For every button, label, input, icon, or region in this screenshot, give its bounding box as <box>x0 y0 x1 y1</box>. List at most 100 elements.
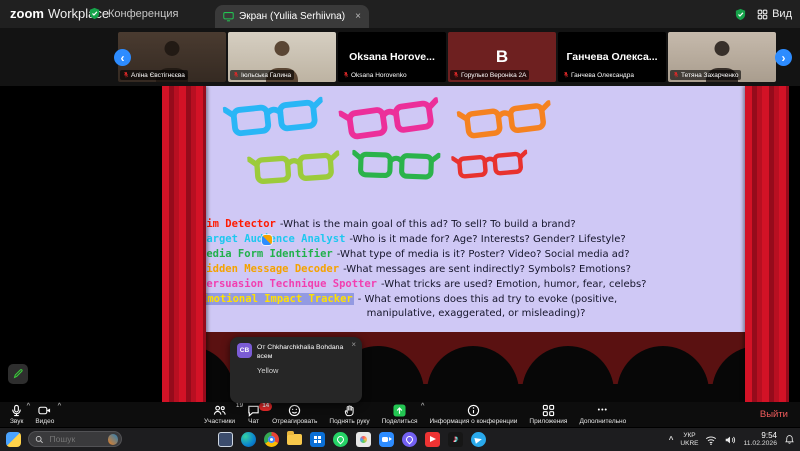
edge-icon[interactable] <box>241 432 256 447</box>
more-label: Дополнительно <box>579 418 626 425</box>
participant-tile[interactable]: Аліна Євстігнєєва <box>118 32 226 82</box>
encryption-shield-icon <box>734 8 747 21</box>
chat-button[interactable]: 14 Чат <box>241 402 266 427</box>
annotate-button[interactable] <box>8 364 28 384</box>
role-desc: -Who is it made for? Age? Interests? Gen… <box>349 234 625 245</box>
participants-icon <box>213 404 226 417</box>
glasses-icon <box>338 93 442 143</box>
tray-expand-icon[interactable]: ^ <box>669 435 674 444</box>
search-input[interactable] <box>48 433 104 445</box>
search-icon <box>35 435 44 444</box>
audio-label: Звук <box>10 418 23 425</box>
glasses-icon <box>456 96 553 142</box>
participant-name: Аліна Євстігнєєва <box>131 72 185 79</box>
volume-icon[interactable] <box>724 434 736 446</box>
language-code-label: UKRE <box>680 440 698 447</box>
tab-home[interactable]: Конференция <box>108 8 178 20</box>
close-icon[interactable]: × <box>351 340 356 349</box>
apps-button[interactable]: Приложения <box>523 402 573 427</box>
role-line: Target Audience Analyst-Who is it made f… <box>200 232 752 247</box>
participant-name-badge: Oksana Horovenko <box>340 70 410 80</box>
role-name: Aim Detector <box>200 218 276 230</box>
react-button[interactable]: Отреагировать <box>266 402 323 427</box>
muted-mic-icon <box>123 71 129 79</box>
widgets-icon[interactable] <box>6 432 21 447</box>
youtube-icon[interactable] <box>425 432 440 447</box>
participant-name: Іюльська Галина <box>241 72 291 79</box>
photos-icon[interactable] <box>356 432 371 447</box>
role-name: Media Form Identifier <box>200 248 333 260</box>
raise-hand-label: Поднять руку <box>329 418 369 425</box>
participants-strip: ‹ Аліна Євстігнєєва Іюльська Галина Oksa… <box>0 28 800 86</box>
chat-notification-popup[interactable]: × CB От Chkharchkhalia Bohdana всем Yell… <box>230 337 362 403</box>
audio-button[interactable]: ^ Звук <box>4 402 29 427</box>
security-shield-icon <box>88 7 101 20</box>
participant-name-badge: Ганчева Олександра <box>560 70 637 80</box>
participant-tile[interactable]: Oksana Horove... Oksana Horovenko <box>338 32 446 82</box>
participants-button[interactable]: 19 Участники <box>198 402 241 427</box>
participant-tile[interactable]: B Горулько Вероніка 2А <box>448 32 556 82</box>
role-line: Aim Detector -What is the main goal of th… <box>200 217 752 232</box>
time-label: 9:54 <box>761 431 777 441</box>
zoom-toolbar: ^ Звук ^ Видео 19 Участники 14 Чат Отреа… <box>0 402 800 427</box>
tab-screen-share-label: Экран (Yuliia Serhiivna) <box>239 11 345 22</box>
role-desc: -What is the main goal of this ad? To se… <box>280 219 576 230</box>
leave-meeting-button[interactable]: Выйти <box>760 402 788 427</box>
tab-screen-share[interactable]: Экран (Yuliia Serhiivna) × <box>215 5 369 28</box>
participants-label: Участники <box>204 418 235 425</box>
windows-taskbar: ♪ ^ УКР UKRE 9:54 11.02.2026 <box>0 427 800 451</box>
stage-curtain-left <box>162 86 206 402</box>
smiley-icon <box>288 404 301 417</box>
task-view-icon[interactable] <box>218 432 233 447</box>
share-screen-button[interactable]: ^ Поделиться <box>376 402 424 427</box>
notifications-bell-icon[interactable] <box>784 434 795 445</box>
system-tray: ^ УКР UKRE 9:54 11.02.2026 <box>669 428 795 451</box>
chat-message: Yellow <box>257 366 355 375</box>
telegram-icon[interactable] <box>471 432 486 447</box>
participant-tile[interactable]: Тетяна Захарченко <box>668 32 776 82</box>
participant-tile[interactable]: Іюльська Галина <box>228 32 336 82</box>
screen: { "window": { "logo_primary": "zoom", "l… <box>0 0 800 450</box>
language-indicator[interactable]: УКР UKRE <box>680 432 698 447</box>
more-button[interactable]: ••• Дополнительно <box>573 402 632 427</box>
meeting-info-button[interactable]: Информация о конференции <box>423 402 523 427</box>
chrome-icon[interactable] <box>264 432 279 447</box>
glasses-icon <box>222 93 325 140</box>
view-button-label: Вид <box>772 8 792 20</box>
taskbar-clock[interactable]: 9:54 11.02.2026 <box>743 431 777 449</box>
role-line: Media Form Identifier-What type of media… <box>200 247 752 262</box>
chat-label: Чат <box>248 418 259 425</box>
taskbar-search[interactable] <box>28 431 122 447</box>
zoom-titlebar: zoomWorkplace Конференция Экран (Yuliia … <box>0 0 800 28</box>
video-button[interactable]: ^ Видео <box>29 402 60 427</box>
chevron-up-icon[interactable]: ^ <box>58 402 62 409</box>
close-icon[interactable]: × <box>355 11 361 22</box>
language-label: УКР <box>683 432 695 439</box>
glasses-icon <box>247 147 341 187</box>
raise-hand-button[interactable]: Поднять руку <box>323 402 375 427</box>
zoom-logo-primary: zoom <box>10 6 44 21</box>
camera-icon <box>38 404 51 417</box>
wifi-icon[interactable] <box>705 434 717 446</box>
participant-name: Тетяна Захарченко <box>681 72 738 79</box>
role-name: Persuasion Technique Spotter <box>200 278 377 290</box>
participant-name: Ганчева Олександра <box>571 72 634 79</box>
whatsapp-icon[interactable] <box>333 432 348 447</box>
tiktok-icon[interactable]: ♪ <box>448 432 463 447</box>
slide-text-block: Aim Detector -What is the main goal of th… <box>200 217 752 321</box>
shared-screen-area: Aim Detector -What is the main goal of th… <box>0 86 800 402</box>
participant-tile[interactable]: Ганчева Олекса... Ганчева Олександра <box>558 32 666 82</box>
date-label: 11.02.2026 <box>743 440 777 448</box>
muted-mic-icon <box>673 71 679 79</box>
scroll-right-button[interactable]: › <box>775 49 792 66</box>
participant-name-badge: Іюльська Галина <box>230 70 294 80</box>
share-label: Поделиться <box>382 418 418 425</box>
zoom-app-icon[interactable] <box>379 432 394 447</box>
chat-sender: От Chkharchkhalia Bohdana всем <box>257 343 355 361</box>
file-explorer-icon[interactable] <box>287 434 302 445</box>
store-icon[interactable] <box>310 432 325 447</box>
scroll-left-button[interactable]: ‹ <box>114 49 131 66</box>
role-desc-overflow: manipulative, exaggerated, or misleading… <box>200 307 752 321</box>
viber-icon[interactable] <box>402 432 417 447</box>
view-button[interactable]: Вид <box>757 8 792 20</box>
